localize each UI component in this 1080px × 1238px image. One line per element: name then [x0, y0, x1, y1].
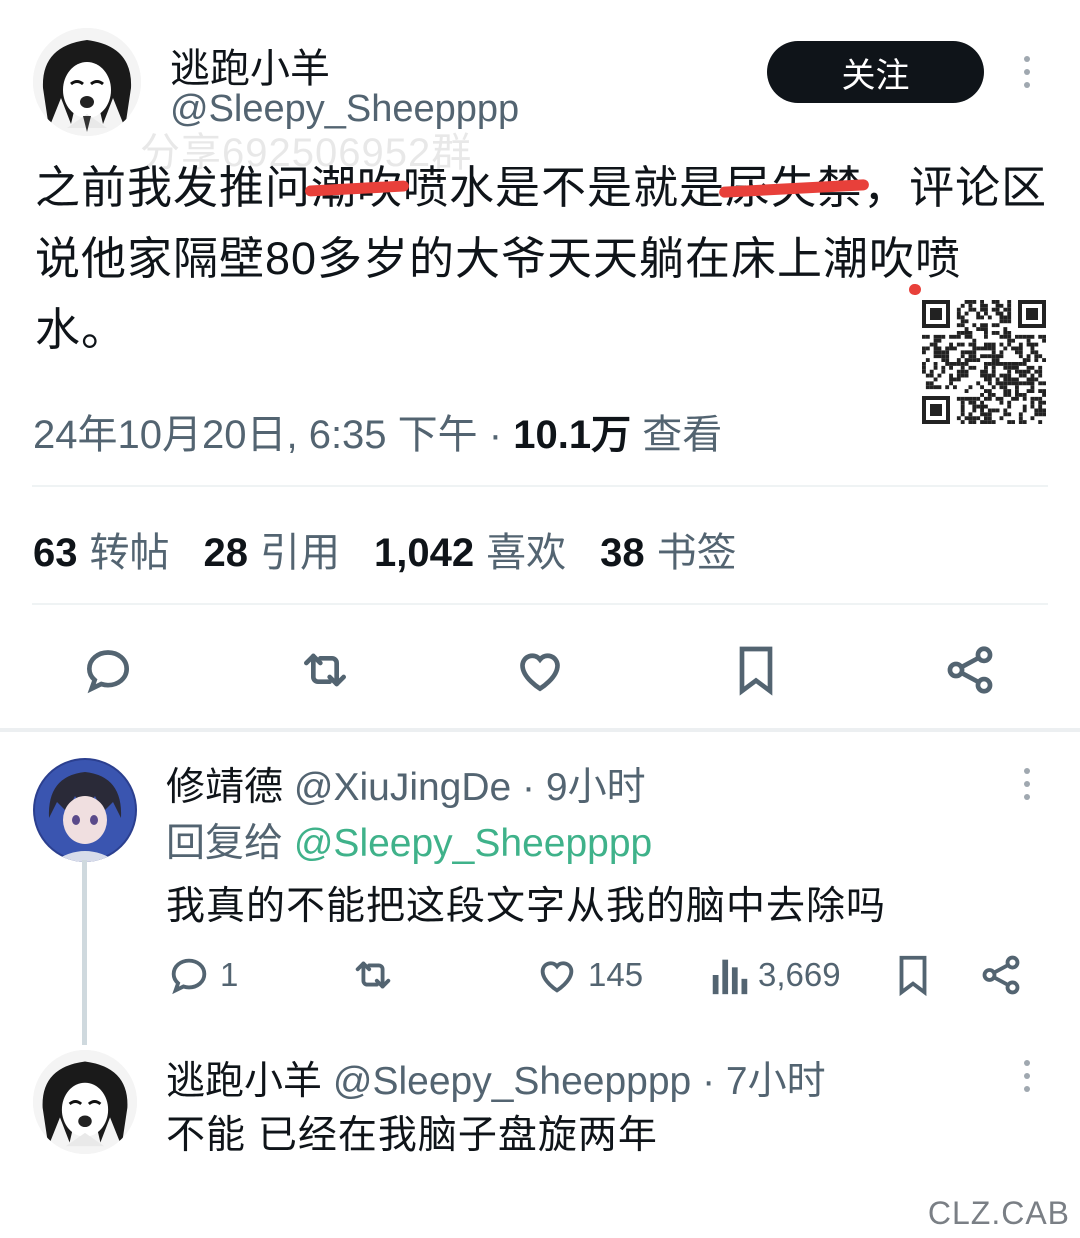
stat-retweets[interactable]: 63 转帖 [33, 520, 170, 578]
author-avatar[interactable] [33, 28, 141, 136]
tweet-timestamp[interactable]: 24年10月20日, 6:35 下午 · [33, 413, 513, 457]
more-options-icon[interactable] [1017, 56, 1037, 88]
tweet-text-struck-2: 尿失禁 [725, 162, 864, 213]
reply1-retweet-action[interactable] [350, 952, 396, 998]
reply1-text: 我真的不能把这段文字从我的脑中去除吗 [166, 885, 887, 928]
reply1-handle-time[interactable]: @XiuJingDe · 9小时 [294, 766, 646, 809]
section-separator [0, 728, 1080, 732]
like-icon [540, 961, 574, 993]
reply-icon [171, 958, 207, 995]
views-chart-icon [712, 959, 748, 995]
stat-quotes[interactable]: 28 引用 [204, 520, 341, 578]
share-icon [982, 955, 1020, 995]
stat-bookmarks[interactable]: 38 书签 [600, 520, 737, 578]
reply2-author-name[interactable]: 逃跑小羊 [166, 1060, 322, 1103]
like-icon[interactable] [512, 642, 568, 703]
tweet-text-part-2: 喷水是不是就是 [403, 162, 726, 213]
bookmark-icon[interactable] [728, 642, 784, 703]
tweet-text: 之前我发推问潮吹喷水是不是就是尿失禁，评论区说他家隔壁80多岁的大爷天天躺在床上… [35, 152, 1050, 365]
divider [32, 603, 1048, 605]
engagement-stats: 63 转帖 28 引用 1,042 喜欢 38 书签 [33, 520, 737, 578]
reply2-handle-time[interactable]: @Sleepy_Sheepppp · 7小时 [333, 1060, 826, 1103]
author-name[interactable]: 逃跑小羊 [170, 36, 330, 94]
reply1-author-name[interactable]: 修靖德 [166, 766, 283, 809]
retweet-icon[interactable] [297, 642, 353, 703]
views-count: 10.1万 [513, 413, 632, 457]
reply1-like-count: 145 [588, 956, 644, 993]
reply1-views-action[interactable]: 3,669 [710, 952, 841, 998]
share-icon[interactable] [942, 642, 998, 703]
reply1-replying-to: 回复给 @Sleepy_Sheepppp [166, 812, 652, 868]
thread-connector [82, 860, 87, 1045]
replying-to-label: 回复给 [166, 822, 294, 865]
reply1-share-action[interactable] [978, 952, 1024, 998]
reply1-view-count: 3,669 [758, 956, 841, 993]
tweet-text-part-4: 。 [81, 304, 128, 355]
corner-watermark: CLZ.CAB [927, 1195, 1070, 1231]
stat-likes[interactable]: 1,042 喜欢 [374, 520, 566, 578]
tweet-text-struck-1: 潮吹 [311, 162, 404, 213]
qr-code-image [920, 298, 1048, 426]
replying-to-handle[interactable]: @Sleepy_Sheepppp [294, 822, 652, 865]
reply-icon[interactable] [80, 642, 136, 703]
reply1-header: 修靖德 @XiuJingDe · 9小时 [166, 756, 646, 812]
retweet-icon [355, 961, 391, 989]
reply2-header: 逃跑小羊 @Sleepy_Sheepppp · 7小时 [166, 1050, 826, 1106]
reply2-more-icon[interactable] [1017, 1060, 1037, 1092]
reply1-more-icon[interactable] [1017, 768, 1037, 800]
bookmark-icon [899, 955, 927, 997]
tweet-text-part-1: 之前我发推问 [35, 162, 312, 213]
author-handle[interactable]: @Sleepy_Sheepppp [170, 88, 519, 131]
tweet-meta: 24年10月20日, 6:35 下午 · 10.1万 查看 [33, 402, 722, 460]
reply1-reply-count: 1 [220, 956, 239, 993]
reply1-avatar[interactable] [33, 758, 137, 862]
reply2-avatar[interactable] [33, 1050, 137, 1154]
reply1-like-action[interactable]: 145 [534, 952, 643, 998]
reply1-reply-action[interactable]: 1 [166, 952, 238, 998]
follow-button[interactable]: 关注 [767, 41, 984, 103]
reply2-text: 不能 已经在我脑子盘旋两年 [166, 1114, 658, 1157]
divider [32, 485, 1048, 487]
views-label: 查看 [631, 413, 723, 457]
reply1-bookmark-action[interactable] [890, 952, 936, 998]
